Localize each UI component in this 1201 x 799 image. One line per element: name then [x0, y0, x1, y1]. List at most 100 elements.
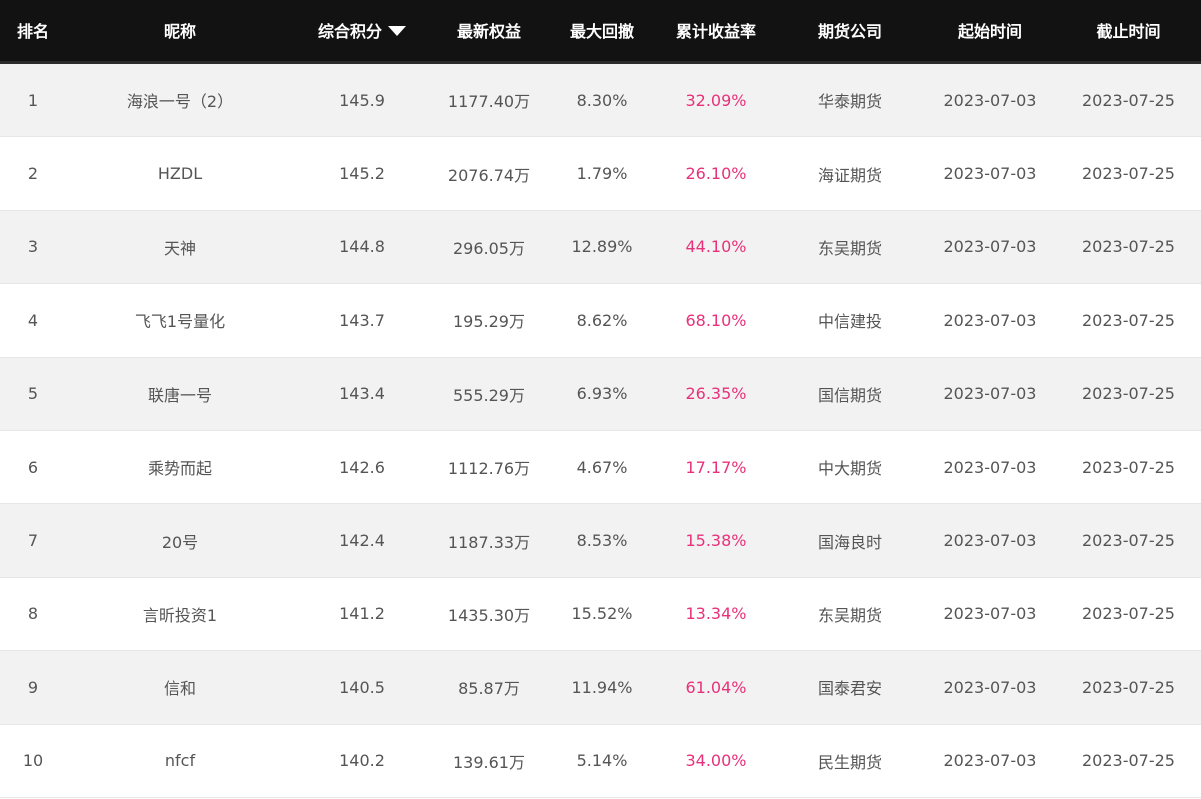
cell-score: 145.2 [339, 164, 385, 184]
table-row[interactable]: 4 飞飞1号量化 143.7 195.29万 8.62% 68.10% 中信建投 2023-0… [0, 284, 1201, 358]
cell-start-time: 2023-07-03 [943, 384, 1037, 404]
cell-nickname: 飞飞1号量化 [134, 312, 226, 332]
cell-rank: 8 [27, 604, 39, 624]
cell-return-rate: 26.35% [685, 384, 747, 404]
cell-rank: 3 [27, 237, 39, 257]
cell-score: 142.6 [339, 457, 385, 477]
header-equity[interactable]: 最新权益 [430, 0, 548, 61]
cell-rank: 10 [22, 751, 44, 771]
cell-end-time: 2023-07-25 [1082, 531, 1175, 551]
cell-nickname: 言昕投资1 [142, 605, 218, 625]
header-start-time[interactable]: 起始时间 [924, 0, 1056, 61]
table-row[interactable]: 5 联唐一号 143.4 555.29万 6.93% 26.35% 国信期货 2023-07-… [0, 357, 1201, 431]
cell-drawdown: 8.30% [576, 90, 628, 110]
cell-equity: 555.29万 [453, 385, 525, 405]
cell-company: 国信期货 [817, 385, 882, 405]
cell-equity: 139.61万 [453, 752, 525, 772]
header-nickname[interactable]: 昵称 [66, 0, 294, 61]
cell-return-rate: 15.38% [685, 531, 747, 551]
table-row[interactable]: 7 20号 142.4 1187.33万 8.53% 15.38% 国海良时 2023-07-… [0, 504, 1201, 578]
cell-score: 140.5 [339, 677, 385, 697]
cell-company: 华泰期货 [817, 92, 882, 112]
table-header: 排名 昵称 综合积分 最新权益 最大回撤 累计收益率 期货公司 起始时间 截止时… [0, 0, 1201, 64]
cell-start-time: 2023-07-03 [943, 164, 1037, 184]
cell-drawdown: 15.52% [571, 604, 633, 624]
table-row[interactable]: 3 天神 144.8 296.05万 12.89% 44.10% 东吴期货 2023-07-0… [0, 210, 1201, 285]
cell-return-rate: 26.10% [685, 164, 747, 184]
table-row[interactable]: 6 乘势而起 142.6 1112.76万 4.67% 17.17% 中大期货 2023-07… [0, 430, 1201, 505]
cell-score: 140.2 [339, 751, 385, 771]
cell-rank: 7 [27, 531, 39, 551]
cell-drawdown: 4.67% [576, 457, 628, 477]
cell-drawdown: 12.89% [571, 237, 633, 257]
header-end-time[interactable]: 截止时间 [1056, 0, 1201, 61]
header-score[interactable]: 综合积分 [294, 0, 430, 61]
cell-drawdown: 6.93% [576, 384, 628, 404]
cell-score: 141.2 [339, 604, 385, 624]
cell-end-time: 2023-07-25 [1082, 164, 1175, 184]
cell-rank: 6 [27, 457, 39, 477]
cell-rank: 5 [27, 384, 39, 404]
cell-return-rate: 34.00% [685, 751, 747, 771]
cell-equity: 1435.30万 [447, 605, 531, 625]
header-rank[interactable]: 排名 [0, 0, 66, 61]
cell-end-time: 2023-07-25 [1082, 751, 1175, 771]
cell-drawdown: 11.94% [571, 677, 633, 697]
cell-end-time: 2023-07-25 [1082, 237, 1175, 257]
cell-company: 民生期货 [817, 752, 882, 772]
cell-return-rate: 13.34% [685, 604, 747, 624]
cell-rank: 1 [27, 90, 39, 110]
cell-start-time: 2023-07-03 [943, 457, 1037, 477]
cell-end-time: 2023-07-25 [1082, 604, 1175, 624]
cell-nickname: 海浪一号（2） [126, 92, 234, 112]
cell-score: 143.4 [339, 384, 385, 404]
header-score-label: 综合积分 [317, 21, 382, 41]
cell-end-time: 2023-07-25 [1082, 457, 1175, 477]
cell-start-time: 2023-07-03 [943, 751, 1037, 771]
cell-drawdown: 1.79% [576, 164, 628, 184]
cell-rank: 4 [27, 310, 39, 330]
cell-end-time: 2023-07-25 [1082, 384, 1175, 404]
table-row[interactable]: 10 nfcf 140.2 139.61万 5.14% 34.00% 民生期货 2023-07… [0, 724, 1201, 798]
cell-start-time: 2023-07-03 [943, 90, 1037, 110]
cell-return-rate: 61.04% [685, 677, 747, 697]
cell-company: 国泰君安 [817, 679, 882, 699]
cell-company: 东吴期货 [817, 605, 882, 625]
cell-company: 海证期货 [817, 165, 882, 185]
cell-nickname: 联唐一号 [147, 385, 212, 405]
header-return-rate[interactable]: 累计收益率 [656, 0, 776, 61]
table-row[interactable]: 1 海浪一号（2） 145.9 1177.40万 8.30% 32.09% 华泰期货 2023… [0, 64, 1201, 138]
cell-company: 中信建投 [817, 312, 882, 332]
cell-equity: 85.87万 [458, 679, 520, 699]
cell-return-rate: 32.09% [685, 90, 747, 110]
table-row[interactable]: 9 信和 140.5 85.87万 11.94% 61.04% 国泰君安 2023-07-03… [0, 651, 1201, 725]
header-drawdown[interactable]: 最大回撤 [548, 0, 656, 61]
ranking-table: 排名 昵称 综合积分 最新权益 最大回撤 累计收益率 期货公司 起始时间 截止时… [0, 0, 1201, 799]
cell-equity: 1177.40万 [447, 92, 531, 112]
cell-equity: 296.05万 [453, 238, 525, 258]
cell-start-time: 2023-07-03 [943, 531, 1037, 551]
caret-down-icon[interactable] [388, 25, 406, 36]
cell-start-time: 2023-07-03 [943, 604, 1037, 624]
header-company[interactable]: 期货公司 [776, 0, 924, 61]
cell-equity: 1112.76万 [447, 459, 531, 479]
cell-score: 144.8 [339, 237, 385, 257]
cell-score: 142.4 [339, 531, 385, 551]
cell-equity: 1187.33万 [447, 532, 531, 552]
cell-start-time: 2023-07-03 [943, 237, 1037, 257]
cell-score: 145.9 [339, 90, 385, 110]
cell-return-rate: 68.10% [685, 310, 747, 330]
table-row[interactable]: 2 HZDL 145.2 2076.74万 1.79% 26.10% 海证期货 2023-07… [0, 137, 1201, 211]
cell-company: 东吴期货 [817, 238, 882, 258]
cell-equity: 2076.74万 [447, 165, 531, 185]
cell-drawdown: 5.14% [576, 751, 628, 771]
cell-drawdown: 8.53% [576, 531, 628, 551]
cell-score: 143.7 [339, 310, 385, 330]
cell-start-time: 2023-07-03 [943, 677, 1037, 697]
cell-equity: 195.29万 [453, 312, 525, 332]
table-row[interactable]: 8 言昕投资1 141.2 1435.30万 15.52% 13.34% 东吴期货 2023-… [0, 577, 1201, 652]
cell-return-rate: 17.17% [685, 457, 747, 477]
table-body: 1 海浪一号（2） 145.9 1177.40万 8.30% 32.09% 华泰期货 2023… [0, 64, 1201, 798]
cell-drawdown: 8.62% [576, 310, 628, 330]
cell-rank: 9 [27, 677, 39, 697]
